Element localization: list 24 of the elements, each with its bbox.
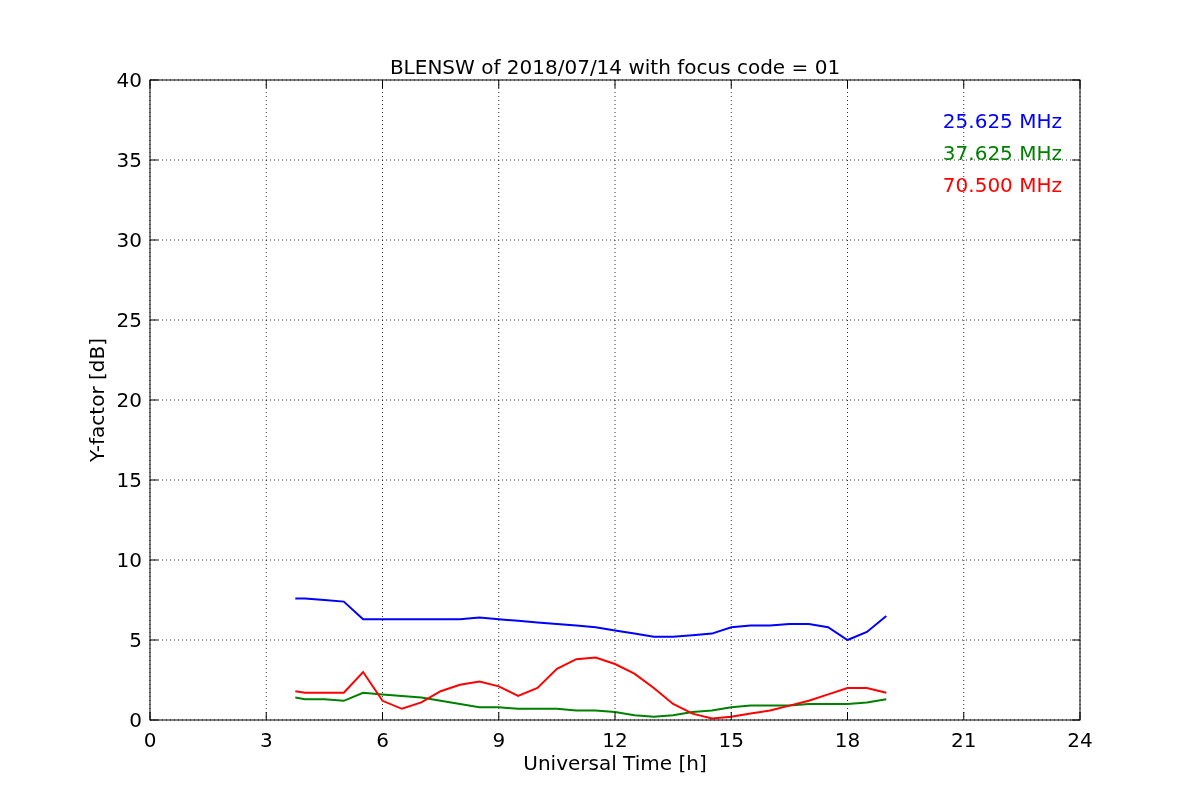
legend-label: 70.500 MHz xyxy=(942,173,1062,197)
y-tick-label: 10 xyxy=(116,548,142,572)
x-tick-label: 3 xyxy=(259,728,273,752)
x-tick-label: 15 xyxy=(718,728,744,752)
y-tick-label: 15 xyxy=(116,468,142,492)
x-tick-label: 18 xyxy=(834,728,861,752)
x-tick-label: 6 xyxy=(376,728,389,752)
legend-label: 37.625 MHz xyxy=(942,141,1062,165)
y-tick-label: 25 xyxy=(116,308,142,332)
x-tick-label: 24 xyxy=(1067,728,1093,752)
y-tick-label: 0 xyxy=(129,708,142,732)
y-tick-label: 20 xyxy=(116,388,142,412)
y-tick-label: 40 xyxy=(116,68,142,92)
x-tick-label: 0 xyxy=(143,728,157,752)
y-tick-label: 5 xyxy=(129,628,142,652)
chart-title: BLENSW of 2018/07/14 with focus code = 01 xyxy=(389,55,841,79)
x-tick-label: 12 xyxy=(602,728,628,752)
legend-label: 25.625 MHz xyxy=(942,109,1062,133)
y-tick-label: 30 xyxy=(116,228,142,252)
y-axis-label: Y-factor [dB] xyxy=(85,338,109,462)
y-tick-label: 35 xyxy=(116,148,142,172)
x-tick-label: 9 xyxy=(492,728,506,752)
x-tick-label: 21 xyxy=(951,728,977,752)
x-axis-label: Universal Time [h] xyxy=(523,751,707,775)
